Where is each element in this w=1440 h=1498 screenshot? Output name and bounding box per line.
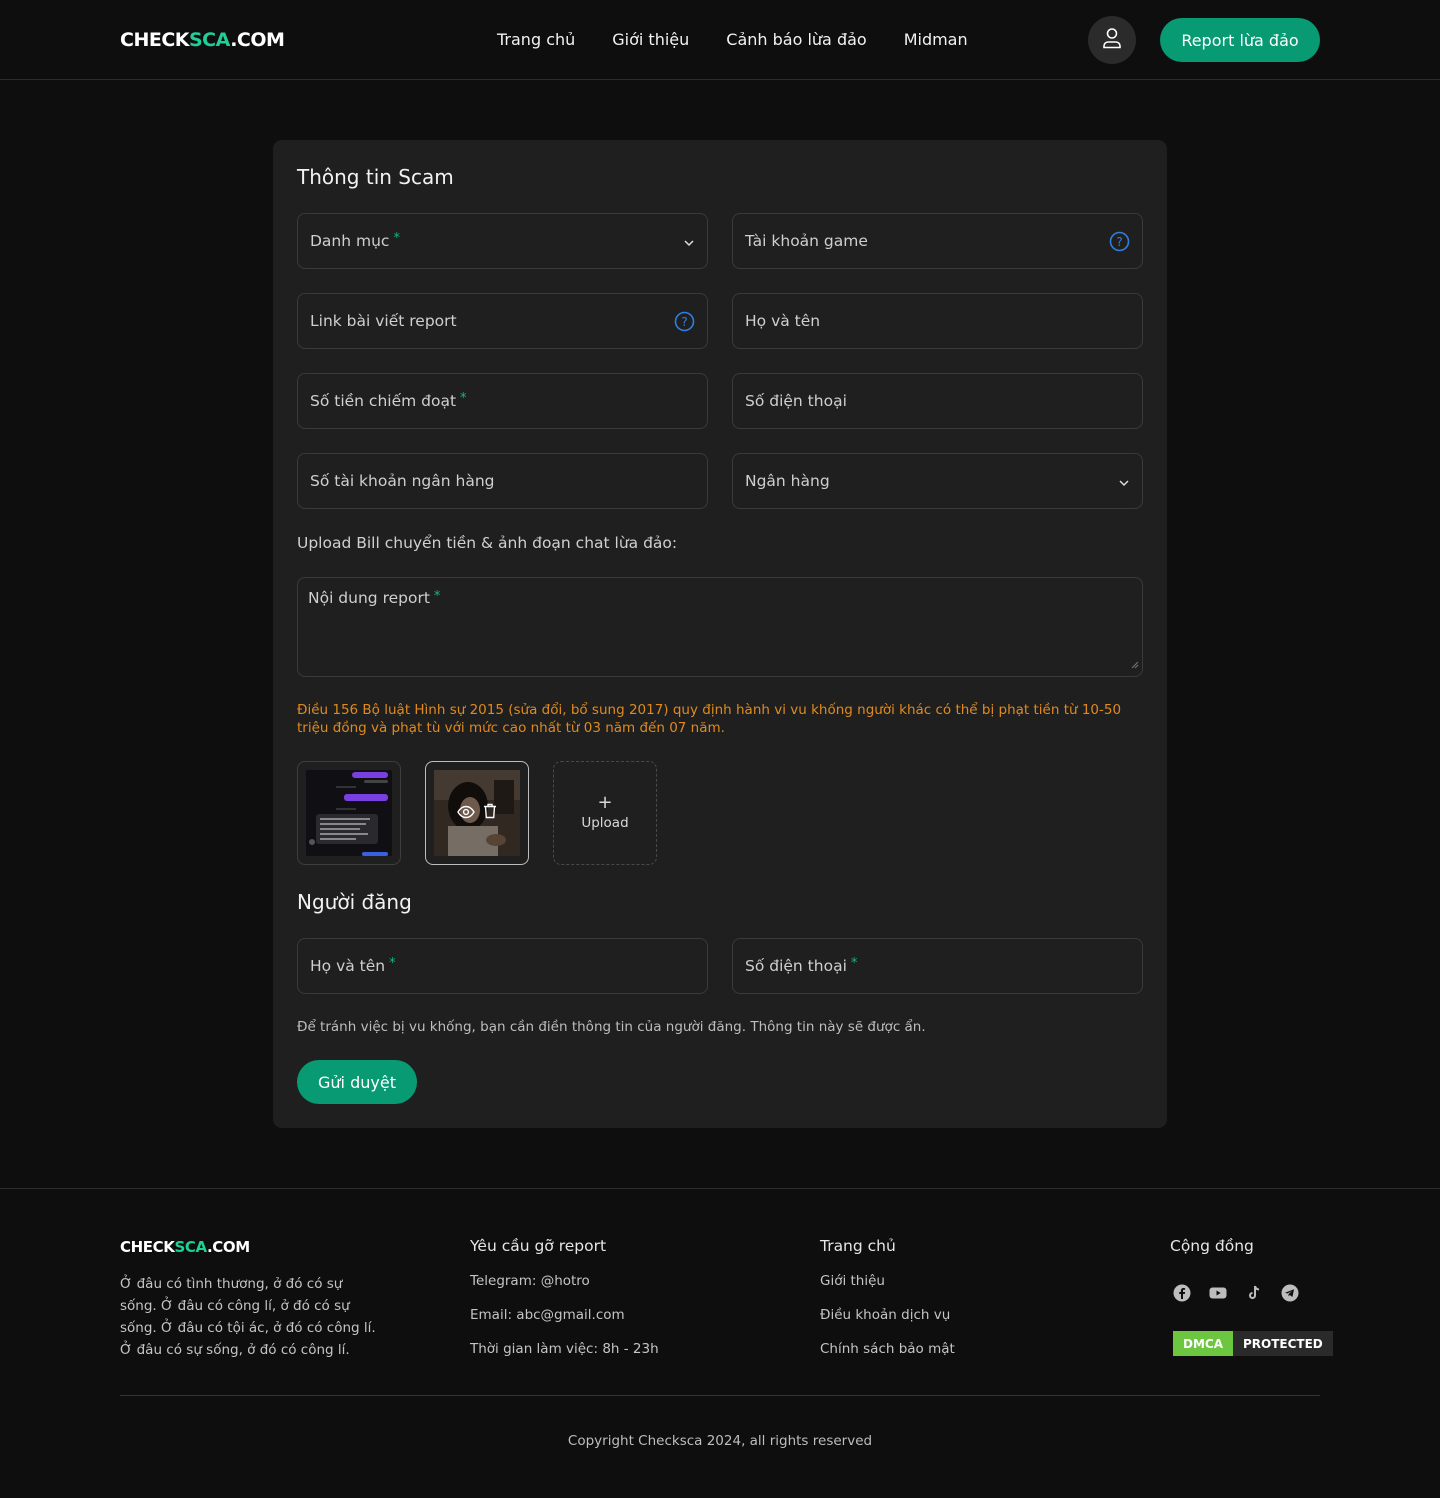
report-link-label: Link bài viết report [310,312,457,330]
footer-about-link[interactable]: Giới thiệu [820,1273,885,1289]
footer-home-link[interactable]: Trang chủ [820,1237,896,1255]
upload-button[interactable]: + Upload [553,761,657,865]
report-form-card: Thông tin Scam Danh mục * Tài khoản game … [273,140,1167,1128]
site-logo[interactable]: CHECKSCA.COM [120,29,285,51]
upload-caption: Upload Bill chuyển tiền & ảnh đoạn chat … [297,534,678,552]
footer-terms-link[interactable]: Điều khoản dịch vụ [820,1307,950,1323]
submit-button[interactable]: Gửi duyệt [297,1060,417,1104]
required-mark: * [389,955,396,971]
copyright-text: Copyright Checksca 2024, all rights rese… [567,1433,873,1449]
required-mark: * [433,589,441,604]
site-header: CHECKSCA.COM Trang chủ Giới thiệu Cảnh b… [0,0,1440,80]
game-account-input[interactable]: Tài khoản game ? [732,213,1143,269]
telegram-icon[interactable] [1280,1283,1300,1303]
tiktok-icon[interactable] [1244,1283,1264,1303]
required-mark: * [460,390,467,406]
scammer-name-label: Họ và tên [745,312,821,330]
footer-removal-column: Yêu cầu gỡ report Telegram: @hotro Email… [470,1237,659,1357]
scammer-phone-input[interactable]: Số điện thoại [732,373,1143,429]
user-account-button[interactable] [1088,16,1136,64]
footer-column-title: Yêu cầu gỡ report [470,1237,607,1255]
amount-input[interactable]: Số tiền chiếm đoạt * [297,373,708,429]
report-scam-button[interactable]: Report lừa đảo [1160,18,1320,62]
poster-name-input[interactable]: Họ và tên * [297,938,708,994]
bank-select[interactable]: Ngân hàng [732,453,1143,509]
footer-email-contact[interactable]: Email: abc@gmail.com [470,1307,625,1323]
trash-icon[interactable] [483,803,497,823]
poster-name-label: Họ và tên [310,957,386,975]
scammer-name-input[interactable]: Họ và tên [732,293,1143,349]
poster-phone-label: Số điện thoại [745,957,847,975]
required-mark: * [393,230,400,246]
report-link-input[interactable]: Link bài viết report ? [297,293,708,349]
chevron-down-icon [683,234,695,253]
dmca-badge[interactable]: DMCA PROTECTED [1173,1331,1333,1356]
footer-about-text: Ở đâu có tình thương, ở đó có sự sống. Ở… [120,1276,376,1358]
footer-community-column: Cộng đồng [1170,1237,1254,1255]
nav-about[interactable]: Giới thiệu [612,30,689,49]
bank-account-label: Số tài khoản ngân hàng [310,472,495,490]
footer-logo[interactable]: CHECKSCA.COM [120,1238,250,1256]
legal-warning: Điều 156 Bộ luật Hình sự 2015 (sửa đổi, … [297,702,1122,736]
poster-phone-input[interactable]: Số điện thoại * [732,938,1143,994]
nav-midman[interactable]: Midman [904,30,968,49]
image-actions-overlay [434,770,520,856]
bank-label: Ngân hàng [745,472,830,490]
poster-section-title: Người đăng [297,890,412,914]
scam-info-title: Thông tin Scam [297,165,454,189]
facebook-icon[interactable] [1172,1283,1192,1303]
footer-divider [120,1395,1320,1396]
resize-handle-icon[interactable] [1131,654,1139,673]
footer-privacy-link[interactable]: Chính sách bảo mật [820,1341,955,1357]
eye-icon[interactable] [457,804,475,823]
amount-label: Số tiền chiếm đoạt [310,392,457,410]
uploaded-image-chat[interactable] [297,761,401,865]
site-footer: CHECKSCA.COM Ở đâu có tình thương, ở đó … [0,1188,1440,1498]
svg-text:?: ? [1116,235,1122,249]
social-links [1172,1283,1300,1303]
nav-home[interactable]: Trang chủ [497,30,575,49]
chevron-down-icon [1118,474,1130,493]
required-mark: * [850,955,858,971]
dmca-label: DMCA [1173,1331,1233,1356]
footer-working-hours: Thời gian làm việc: 8h - 23h [470,1341,659,1357]
footer-column-title: Cộng đồng [1170,1237,1254,1255]
plus-icon: + [597,792,613,813]
report-content-label: Nội dung report [308,589,430,607]
svg-text:?: ? [681,315,687,329]
privacy-note: Để tránh việc bị vu khống, bạn cần điền … [297,1019,926,1035]
dmca-protected-label: PROTECTED [1233,1331,1333,1356]
user-icon [1102,27,1122,53]
bank-account-input[interactable]: Số tài khoản ngân hàng [297,453,708,509]
game-account-label: Tài khoản game [745,232,868,250]
category-select[interactable]: Danh mục * [297,213,708,269]
help-icon[interactable]: ? [674,311,695,336]
photo-image [434,770,520,856]
footer-telegram-contact[interactable]: Telegram: @hotro [470,1273,590,1289]
uploaded-image-photo[interactable] [425,761,529,865]
help-icon[interactable]: ? [1109,231,1130,256]
category-label: Danh mục [310,232,390,250]
youtube-icon[interactable] [1208,1283,1228,1303]
chat-screenshot-image [306,770,392,856]
main-nav: Trang chủ Giới thiệu Cảnh báo lừa đảo Mi… [497,30,1005,49]
footer-links-column: Trang chủ Giới thiệu Điều khoản dịch vụ … [820,1237,955,1357]
upload-label: Upload [581,815,629,831]
report-content-textarea[interactable]: Nội dung report * [297,577,1143,677]
scammer-phone-label: Số điện thoại [745,392,847,410]
nav-scam-warning[interactable]: Cảnh báo lừa đảo [726,30,866,49]
